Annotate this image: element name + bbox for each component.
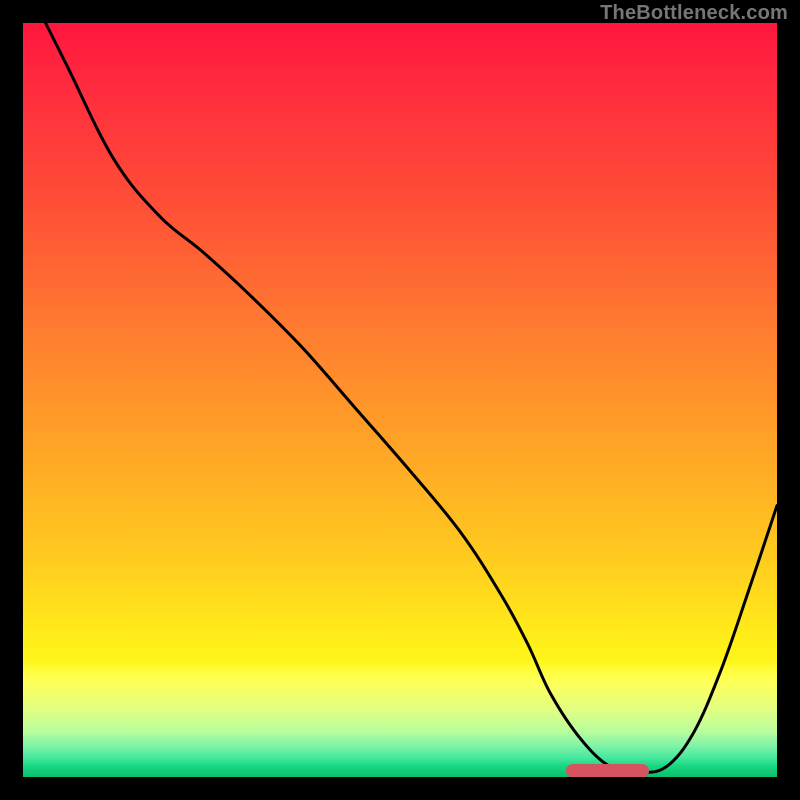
- optimal-range-marker: [566, 764, 649, 777]
- watermark-text: TheBottleneck.com: [600, 2, 788, 25]
- bottleneck-curve: [23, 23, 777, 777]
- chart-frame: TheBottleneck.com: [0, 0, 800, 800]
- plot-area: [23, 23, 777, 777]
